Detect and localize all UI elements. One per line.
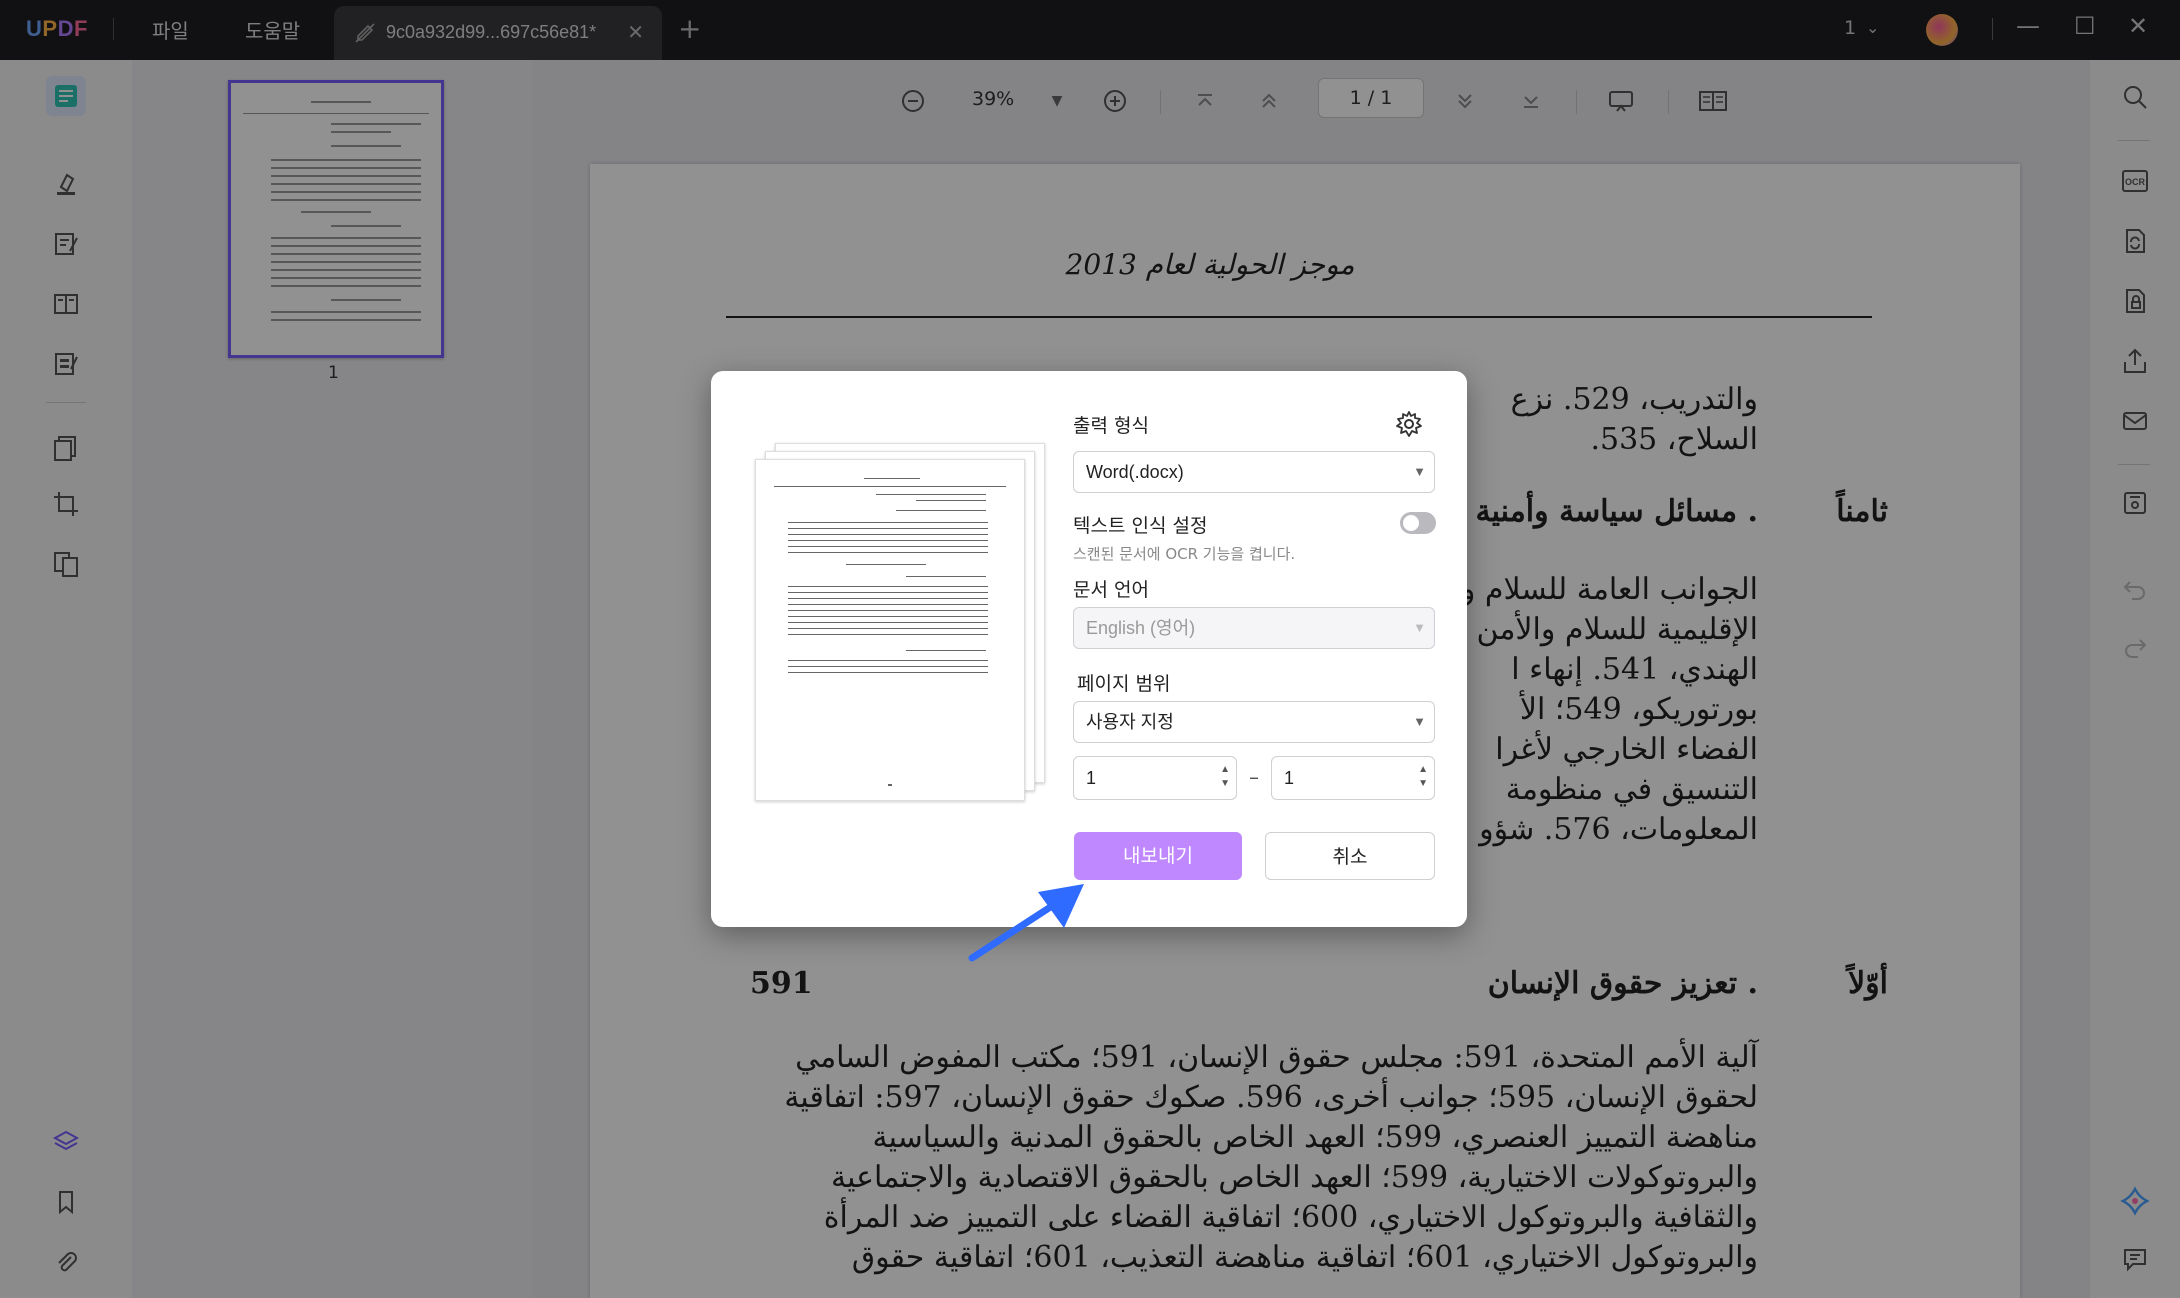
ocr-description: 스캔된 문서에 OCR 기능을 켭니다. xyxy=(1073,545,1296,563)
updf-window: UPDF 파일 도움말 9c0a932d99...697c56e81* ✕ + … xyxy=(0,0,2180,1298)
output-format-select[interactable]: Word(.docx) ▼ xyxy=(1073,451,1435,493)
page-range-value: 사용자 지정 xyxy=(1086,712,1174,732)
range-from-stepper[interactable]: 1 ▲ ▼ xyxy=(1073,756,1237,800)
output-format-label: 출력 형식 xyxy=(1073,415,1149,437)
range-to-stepper[interactable]: 1 ▲ ▼ xyxy=(1271,756,1435,800)
range-separator: – xyxy=(1249,765,1259,789)
output-format-value: Word(.docx) xyxy=(1086,462,1184,482)
stepper-arrows-icon[interactable]: ▲ ▼ xyxy=(1220,763,1230,791)
stepper-arrows-icon[interactable]: ▲ ▼ xyxy=(1418,763,1428,791)
language-select[interactable]: English (영어) ▼ xyxy=(1073,607,1435,649)
ocr-toggle[interactable] xyxy=(1400,512,1436,534)
ocr-label: 텍스트 인식 설정 xyxy=(1073,515,1208,537)
range-from-value: 1 xyxy=(1086,768,1097,788)
range-to-value: 1 xyxy=(1284,768,1295,788)
language-value: English (영어) xyxy=(1086,618,1196,638)
export-dialog: 출력 형식 Word(.docx) ▼ 텍스트 인식 설정 스캔된 문서에 OC… xyxy=(711,371,1467,927)
pointer-arrow-icon xyxy=(968,884,1084,962)
chevron-down-icon: ▼ xyxy=(1413,464,1426,479)
page-range-label: 페이지 범위 xyxy=(1077,673,1171,695)
cancel-button[interactable]: 취소 xyxy=(1265,832,1435,880)
page-range-select[interactable]: 사용자 지정 ▼ xyxy=(1073,701,1435,743)
chevron-down-icon: ▼ xyxy=(1413,714,1426,729)
gear-icon[interactable] xyxy=(1394,409,1424,443)
chevron-down-icon: ▼ xyxy=(1413,620,1426,635)
language-label: 문서 언어 xyxy=(1073,579,1149,601)
